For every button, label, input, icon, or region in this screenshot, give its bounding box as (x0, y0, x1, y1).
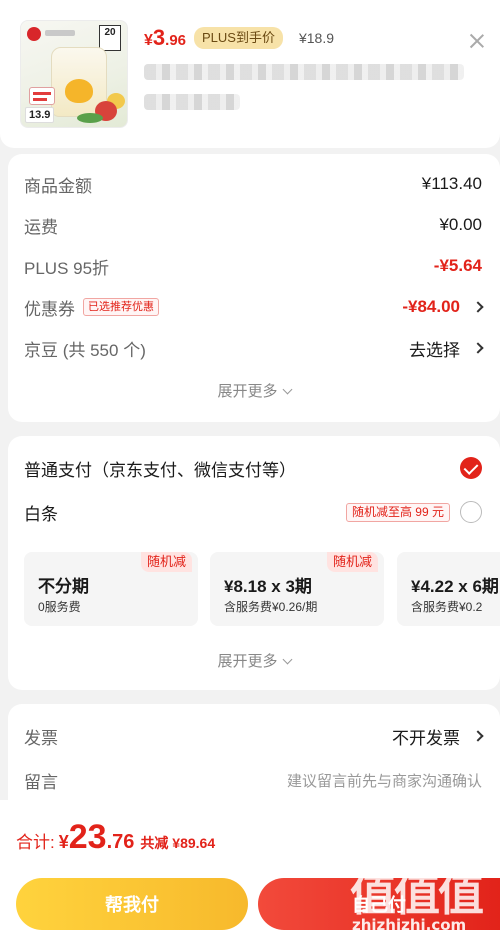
duck-mascot-icon (65, 79, 93, 103)
random-discount-flag: 随机减 (326, 552, 378, 572)
thumb-badge: 20 (99, 25, 121, 51)
coupon-row[interactable]: 优惠券 已选推荐优惠 -¥84.00 (24, 295, 484, 319)
product-summary: 20 13.9 ¥3.96 PLUS到手价 ¥18.9 (0, 0, 500, 148)
baitiao-payment-option[interactable]: 白条 随机减至高 99 元 (24, 500, 482, 524)
random-discount-flag: 随机减 (140, 552, 192, 572)
chevron-down-icon (282, 384, 292, 395)
coupon-recommended-tag: 已选推荐优惠 (83, 298, 159, 316)
jingdou-row[interactable]: 京豆 (共 550 个) 去选择 (24, 336, 484, 360)
total-savings: 共减 ¥89.64 (140, 835, 216, 851)
order-total: 合计: ¥ 23 .76 共减 ¥89.64 (16, 818, 216, 856)
checkout-bar: 合计: ¥ 23 .76 共减 ¥89.64 帮我付 自己付 (0, 800, 500, 940)
chevron-right-icon (472, 342, 484, 354)
note-row[interactable]: 留言 建议留言前先与商家沟通确认 (24, 768, 482, 792)
product-title-blurred (144, 64, 464, 80)
extra-info-card: 发票 不开发票 留言 建议留言前先与商家沟通确认 (8, 704, 500, 814)
brand-logo-icon (27, 27, 41, 41)
product-image[interactable]: 20 13.9 (20, 20, 128, 128)
thumb-price-tag: 13.9 (25, 107, 55, 123)
baitiao-random-discount-tag: 随机减至高 99 元 (345, 502, 450, 522)
close-icon[interactable] (466, 30, 488, 52)
plus-price: ¥3.96 (144, 25, 187, 50)
jingdou-select: 去选择 (409, 340, 460, 360)
chevron-down-icon (282, 654, 292, 665)
plus-price-badge: PLUS到手价 (194, 27, 283, 49)
help-me-pay-button[interactable]: 帮我付 (16, 878, 248, 930)
pay-myself-button[interactable]: 自己付 (258, 878, 500, 930)
invoice-row[interactable]: 发票 不开发票 (24, 724, 484, 748)
radio-unchecked-icon[interactable] (460, 501, 482, 523)
plus-discount-row: PLUS 95折 -¥5.64 (24, 256, 482, 278)
goods-amount: ¥113.40 (421, 174, 482, 193)
installment-option[interactable]: 随机减 ¥8.18 x 3期 含服务费¥0.26/期 (210, 552, 384, 626)
note-input[interactable]: 建议留言前先与商家沟通确认 (287, 770, 482, 791)
radio-checked-icon[interactable] (460, 457, 482, 479)
summary-expand-more[interactable]: 展开更多 (8, 380, 500, 401)
shipping-fee: ¥0.00 (439, 215, 482, 234)
original-price: ¥18.9 (298, 30, 335, 46)
plus-discount: -¥5.64 (433, 256, 482, 275)
normal-payment-option[interactable]: 普通支付（京东支付、微信支付等） (24, 456, 482, 480)
chevron-right-icon (472, 301, 484, 313)
payment-expand-more[interactable]: 展开更多 (8, 650, 500, 671)
installment-option[interactable]: 随机减 不分期 0服务费 (24, 552, 198, 626)
shipping-row: 运费 ¥0.00 (24, 215, 482, 237)
invoice-value: 不开发票 (392, 728, 460, 748)
installment-option[interactable]: ¥4.22 x 6期 含服务费¥0.2 (397, 552, 500, 626)
order-summary-card: 商品金额 ¥113.40 运费 ¥0.00 PLUS 95折 -¥5.64 优惠… (8, 154, 500, 422)
price-row: ¥3.96 PLUS到手价 ¥18.9 (144, 24, 334, 52)
chevron-right-icon (472, 730, 484, 742)
coupon-discount: -¥84.00 (402, 297, 460, 316)
goods-amount-row: 商品金额 ¥113.40 (24, 174, 482, 196)
installment-options: 随机减 不分期 0服务费 随机减 ¥8.18 x 3期 含服务费¥0.26/期 … (24, 552, 500, 626)
payment-card: 普通支付（京东支付、微信支付等） 白条 随机减至高 99 元 随机减 不分期 0… (8, 436, 500, 690)
product-spec-blurred (144, 94, 240, 110)
